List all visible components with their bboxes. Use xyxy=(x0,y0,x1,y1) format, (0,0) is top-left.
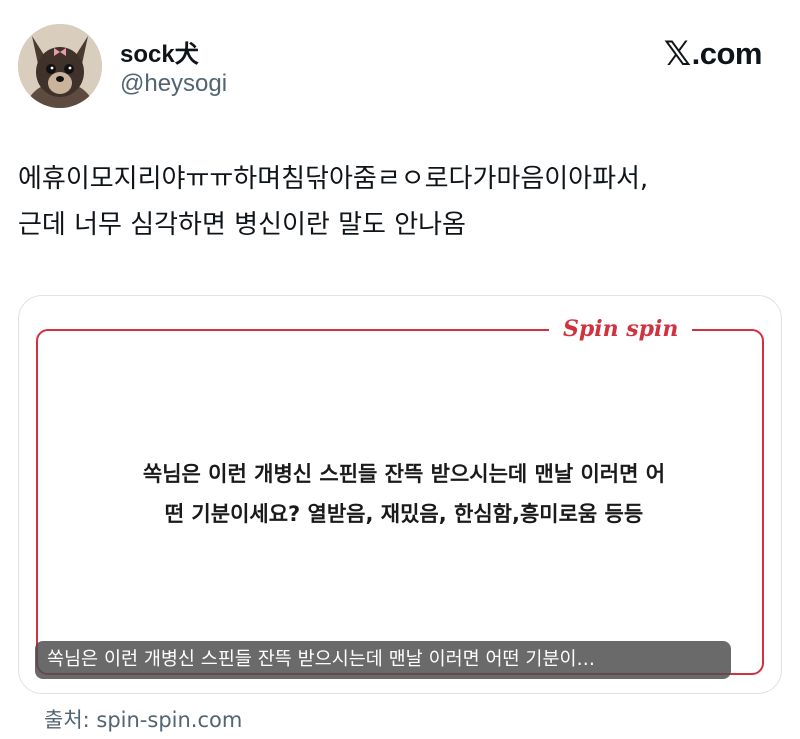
source-link[interactable]: 출처: spin-spin.com xyxy=(44,704,242,734)
author-name[interactable]: sock犬 xyxy=(120,34,199,69)
x-logo[interactable]: 𝕏 .com xyxy=(663,34,763,74)
card-brand-label: Spin spin xyxy=(549,312,693,346)
chihuahua-avatar-icon xyxy=(18,24,102,108)
media-card[interactable]: Spin spin 쏙님은 이런 개병신 스핀들 잔뜩 받으시는데 맨날 이러면… xyxy=(18,295,782,694)
x-logo-domain: .com xyxy=(691,36,763,71)
author-handle[interactable]: @heysogi xyxy=(120,70,227,98)
avatar[interactable] xyxy=(18,24,102,108)
tweet-text: 에휴이모지리야ㅠㅠ하며침닦아줌ㄹㅇ로다가마음이아파서, 근데 너무 심각하면 병… xyxy=(18,164,649,240)
x-brand-icon: 𝕏 xyxy=(663,35,691,73)
card-question: 쏙님은 이런 개병신 스핀들 잔뜩 받으시는데 맨날 이러면 어 떤 기분이세요… xyxy=(142,462,666,526)
card-caption: 쏙님은 이런 개병신 스핀들 잔뜩 받으시는데 맨날 이러면 어떤 기분이… xyxy=(35,641,731,679)
